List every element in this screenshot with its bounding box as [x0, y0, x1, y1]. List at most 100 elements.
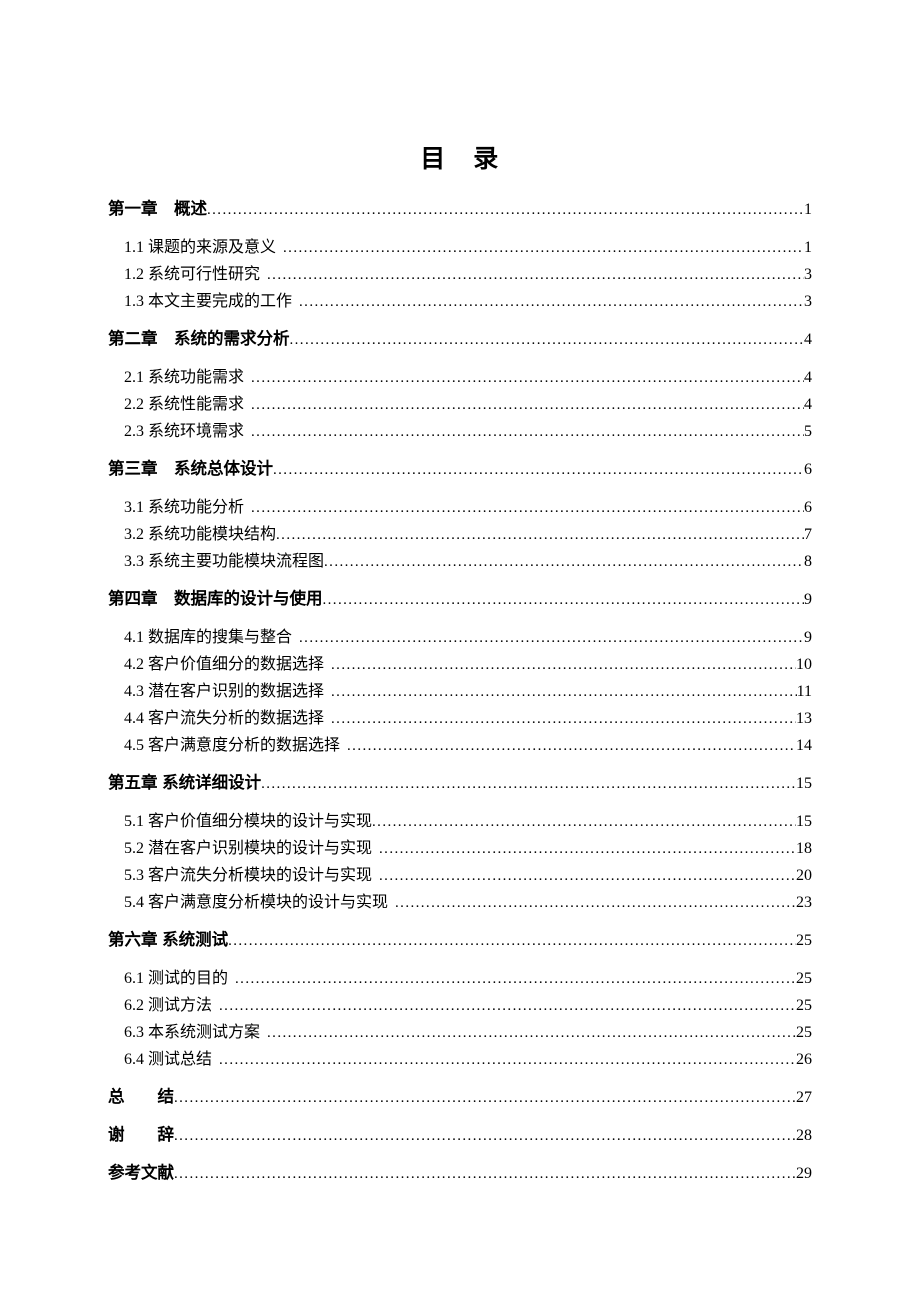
- toc-entry[interactable]: 5.3 客户流失分析模块的设计与实现 20: [0, 862, 920, 889]
- toc-page-number: 3: [804, 293, 812, 310]
- toc-page-number: 4: [804, 369, 812, 386]
- toc-dot-leader: [331, 652, 796, 678]
- toc-entry-label: 第一章 概述: [108, 200, 207, 218]
- toc-entry[interactable]: 3.1 系统功能分析 6: [0, 494, 920, 521]
- toc-entry[interactable]: 6.2 测试方法 25: [0, 992, 920, 1019]
- toc-dot-leader: [299, 289, 804, 315]
- toc-entry[interactable]: 4.1 数据库的搜集与整合 9: [0, 624, 920, 651]
- toc-entry[interactable]: 2.1 系统功能需求 4: [0, 364, 920, 391]
- toc-page-number: 27: [796, 1089, 812, 1106]
- toc-entry[interactable]: 第二章 系统的需求分析 4: [0, 326, 920, 353]
- toc-entry-label: 第六章 系统测试: [108, 931, 229, 949]
- toc-entry-label: 6.1 测试的目的: [124, 970, 229, 987]
- toc-entry[interactable]: 4.2 客户价值细分的数据选择 10: [0, 651, 920, 678]
- toc-page-number: 8: [804, 553, 812, 570]
- toc-dot-leader: [323, 587, 805, 613]
- toc-page-number: 25: [796, 932, 812, 949]
- toc-entry[interactable]: 第三章 系统总体设计 6: [0, 456, 920, 483]
- toc-entry-label: 6.2 测试方法: [124, 997, 213, 1014]
- toc-dot-leader: [379, 863, 796, 889]
- toc-dot-leader: [261, 771, 796, 797]
- toc-entry-label: 3.2 系统功能模块结构: [124, 526, 277, 543]
- toc-entry[interactable]: 3.3 系统主要功能模块流程图 8: [0, 548, 920, 575]
- toc-dot-leader: [228, 928, 796, 954]
- toc-entry-label: 6.4 测试总结: [124, 1051, 213, 1068]
- toc-entry[interactable]: 1.1 课题的来源及意义 1: [0, 234, 920, 261]
- toc-page-number: 4: [804, 331, 812, 348]
- toc-page-number: 6: [804, 499, 812, 516]
- toc-dot-leader: [331, 706, 796, 732]
- toc-page-number: 15: [796, 775, 812, 792]
- toc-entry-label: 第五章 系统详细设计: [108, 774, 262, 792]
- toc-entry[interactable]: 1.2 系统可行性研究 3: [0, 261, 920, 288]
- toc-dot-leader: [283, 235, 804, 261]
- toc-page-number: 7: [804, 526, 812, 543]
- toc-entry[interactable]: 6.3 本系统测试方案 25: [0, 1019, 920, 1046]
- toc-entry[interactable]: 总 结 27: [0, 1084, 920, 1111]
- toc-dot-leader: [207, 197, 804, 223]
- toc-page-number: 4: [804, 396, 812, 413]
- toc-dot-leader: [347, 733, 796, 759]
- toc-dot-leader: [372, 809, 796, 835]
- toc-entry-label: 1.3 本文主要完成的工作: [124, 293, 293, 310]
- toc-entry[interactable]: 第六章 系统测试 25: [0, 927, 920, 954]
- toc-entry-label: 4.1 数据库的搜集与整合: [124, 629, 293, 646]
- toc-entry-label: 2.3 系统环境需求: [124, 423, 245, 440]
- toc-entry-label: 1.2 系统可行性研究: [124, 266, 261, 283]
- toc-dot-leader: [324, 549, 804, 575]
- toc-entry[interactable]: 5.2 潜在客户识别模块的设计与实现 18: [0, 835, 920, 862]
- toc-entry[interactable]: 第一章 概述 1: [0, 196, 920, 223]
- toc-page-number: 3: [804, 266, 812, 283]
- toc-entry[interactable]: 6.1 测试的目的 25: [0, 965, 920, 992]
- toc-dot-leader: [276, 522, 804, 548]
- document-page: 目 录 第一章 概述11.1 课题的来源及意义11.2 系统可行性研究31.3 …: [0, 0, 920, 1302]
- toc-entry-label: 4.5 客户满意度分析的数据选择: [124, 737, 341, 754]
- toc-dot-leader: [267, 1020, 796, 1046]
- toc-entry[interactable]: 第四章 数据库的设计与使用 9: [0, 586, 920, 613]
- toc-page-number: 9: [804, 629, 812, 646]
- toc-page-number: 18: [796, 840, 812, 857]
- toc-page-number: 29: [796, 1165, 812, 1182]
- toc-dot-leader: [267, 262, 804, 288]
- toc-entry[interactable]: 5.1 客户价值细分模块的设计与实现 15: [0, 808, 920, 835]
- toc-entry-label: 第四章 数据库的设计与使用: [108, 590, 323, 608]
- toc-entry-label: 5.1 客户价值细分模块的设计与实现: [124, 813, 373, 830]
- toc-entry[interactable]: 1.3 本文主要完成的工作 3: [0, 288, 920, 315]
- toc-dot-leader: [251, 365, 804, 391]
- toc-entry[interactable]: 参考文献 29: [0, 1160, 920, 1187]
- toc-entry[interactable]: 谢 辞 28: [0, 1122, 920, 1149]
- toc-page-number: 6: [804, 461, 812, 478]
- toc-entry[interactable]: 2.2 系统性能需求 4: [0, 391, 920, 418]
- toc-entry-label: 3.3 系统主要功能模块流程图: [124, 553, 325, 570]
- toc-entry-label: 第三章 系统总体设计: [108, 460, 273, 478]
- toc-page-number: 25: [796, 997, 812, 1014]
- toc-entry-label: 5.2 潜在客户识别模块的设计与实现: [124, 840, 373, 857]
- toc-entry[interactable]: 3.2 系统功能模块结构 7: [0, 521, 920, 548]
- toc-entry-label: 1.1 课题的来源及意义: [124, 239, 277, 256]
- toc-entry-label: 4.2 客户价值细分的数据选择: [124, 656, 325, 673]
- toc-entry[interactable]: 4.3 潜在客户识别的数据选择 11: [0, 678, 920, 705]
- toc-entry-label: 2.2 系统性能需求: [124, 396, 245, 413]
- toc-page-number: 14: [796, 737, 812, 754]
- toc-dot-leader: [251, 392, 804, 418]
- toc-dot-leader: [395, 890, 796, 916]
- toc-entry-label: 5.3 客户流失分析模块的设计与实现: [124, 867, 373, 884]
- toc-dot-leader: [299, 625, 804, 651]
- toc-dot-leader: [379, 836, 796, 862]
- toc-dot-leader: [219, 993, 796, 1019]
- toc-entry[interactable]: 6.4 测试总结 26: [0, 1046, 920, 1073]
- toc-entry[interactable]: 2.3 系统环境需求 5: [0, 418, 920, 445]
- toc-page-number: 20: [796, 867, 812, 884]
- table-of-contents-list: 第一章 概述11.1 课题的来源及意义11.2 系统可行性研究31.3 本文主要…: [0, 196, 920, 1187]
- toc-entry-label: 第二章 系统的需求分析: [108, 330, 290, 348]
- toc-entry[interactable]: 4.4 客户流失分析的数据选择 13: [0, 705, 920, 732]
- toc-entry-label: 6.3 本系统测试方案: [124, 1024, 261, 1041]
- toc-entry[interactable]: 4.5 客户满意度分析的数据选择 14: [0, 732, 920, 759]
- toc-entry-label: 5.4 客户满意度分析模块的设计与实现: [124, 894, 389, 911]
- page-title: 目 录: [420, 145, 500, 173]
- toc-dot-leader: [174, 1123, 796, 1149]
- toc-entry[interactable]: 5.4 客户满意度分析模块的设计与实现 23: [0, 889, 920, 916]
- toc-page-number: 1: [804, 201, 812, 218]
- toc-entry[interactable]: 第五章 系统详细设计 15: [0, 770, 920, 797]
- toc-page-number: 25: [796, 970, 812, 987]
